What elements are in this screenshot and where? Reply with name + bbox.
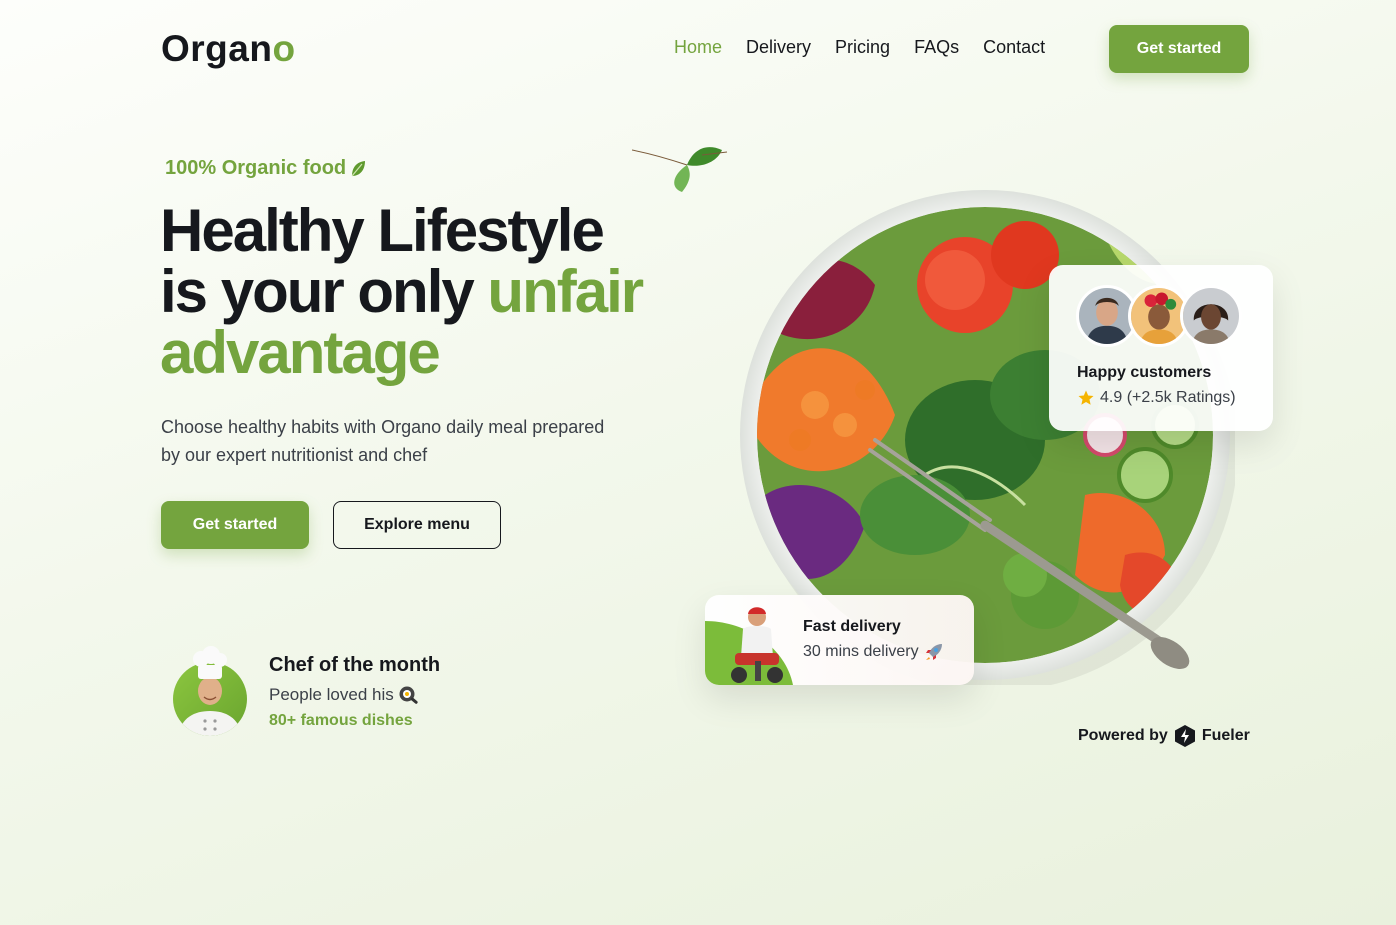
powered-by[interactable]: Powered by Fueler: [1078, 724, 1250, 748]
delivery-rider-image: [705, 607, 793, 685]
hero-get-started-button[interactable]: Get started: [161, 501, 309, 549]
chef-title: Chef of the month: [269, 654, 441, 676]
delivery-subtitle-text: 30 mins delivery: [803, 643, 919, 660]
powered-prefix: Powered by: [1078, 727, 1168, 744]
fueler-logo-icon: [1174, 725, 1195, 747]
star-icon: [1078, 390, 1094, 405]
explore-menu-button[interactable]: Explore menu: [333, 501, 501, 549]
delivery-subtitle: 30 mins delivery: [803, 642, 944, 662]
powered-brand: Fueler: [1201, 727, 1250, 744]
headline-line-1: Healthy Lifestyle: [160, 197, 605, 264]
rating-text: 4.9 (+2.5k Ratings): [1100, 389, 1236, 406]
chef-subtitle-text: People loved his: [269, 685, 394, 704]
fast-delivery-card: Fast delivery 30 mins delivery: [705, 595, 974, 685]
customers-rating: 4.9 (+2.5k Ratings): [1077, 389, 1236, 407]
nav-home[interactable]: Home: [674, 37, 722, 58]
nav-faqs[interactable]: FAQs: [914, 37, 959, 58]
eyebrow-text: 100% Organic food: [165, 157, 347, 179]
chef-subtitle: People loved his: [269, 685, 420, 705]
customers-title: Happy customers: [1077, 364, 1212, 381]
chef-avatar: [173, 646, 247, 736]
happy-customers-card: Happy customers 4.9 (+2.5k Ratings): [1049, 265, 1273, 431]
headline-accent-2: advantage: [160, 319, 441, 386]
hero-headline: Healthy Lifestyle is your only unfair ad…: [160, 200, 660, 383]
logo[interactable]: Organo: [161, 28, 296, 70]
landing-page: Organo Home Delivery Pricing FAQs Contac…: [0, 0, 1396, 925]
customer-avatars: [1076, 285, 1242, 347]
leaf-icon: [351, 160, 366, 176]
rocket-icon: [925, 644, 942, 660]
floating-leaf-illustration: [632, 147, 728, 192]
hero-eyebrow: 100% Organic food: [165, 157, 366, 180]
nav-pricing[interactable]: Pricing: [835, 37, 890, 58]
headline-line-2: is your only: [160, 258, 488, 325]
hero-subtext: Choose healthy habits with Organo daily …: [161, 417, 605, 465]
headline-accent-1: unfair: [487, 258, 644, 325]
main-nav: Home Delivery Pricing FAQs Contact: [674, 37, 1045, 58]
logo-text: Organ: [161, 28, 273, 69]
frying-pan-icon: [399, 686, 418, 704]
header-get-started-button[interactable]: Get started: [1109, 25, 1249, 73]
delivery-title: Fast delivery: [803, 618, 901, 635]
customer-avatar: [1180, 285, 1242, 347]
nav-delivery[interactable]: Delivery: [746, 37, 811, 58]
chef-dishes: 80+ famous dishes: [269, 712, 413, 729]
nav-contact[interactable]: Contact: [983, 37, 1045, 58]
logo-accent: o: [272, 28, 296, 69]
